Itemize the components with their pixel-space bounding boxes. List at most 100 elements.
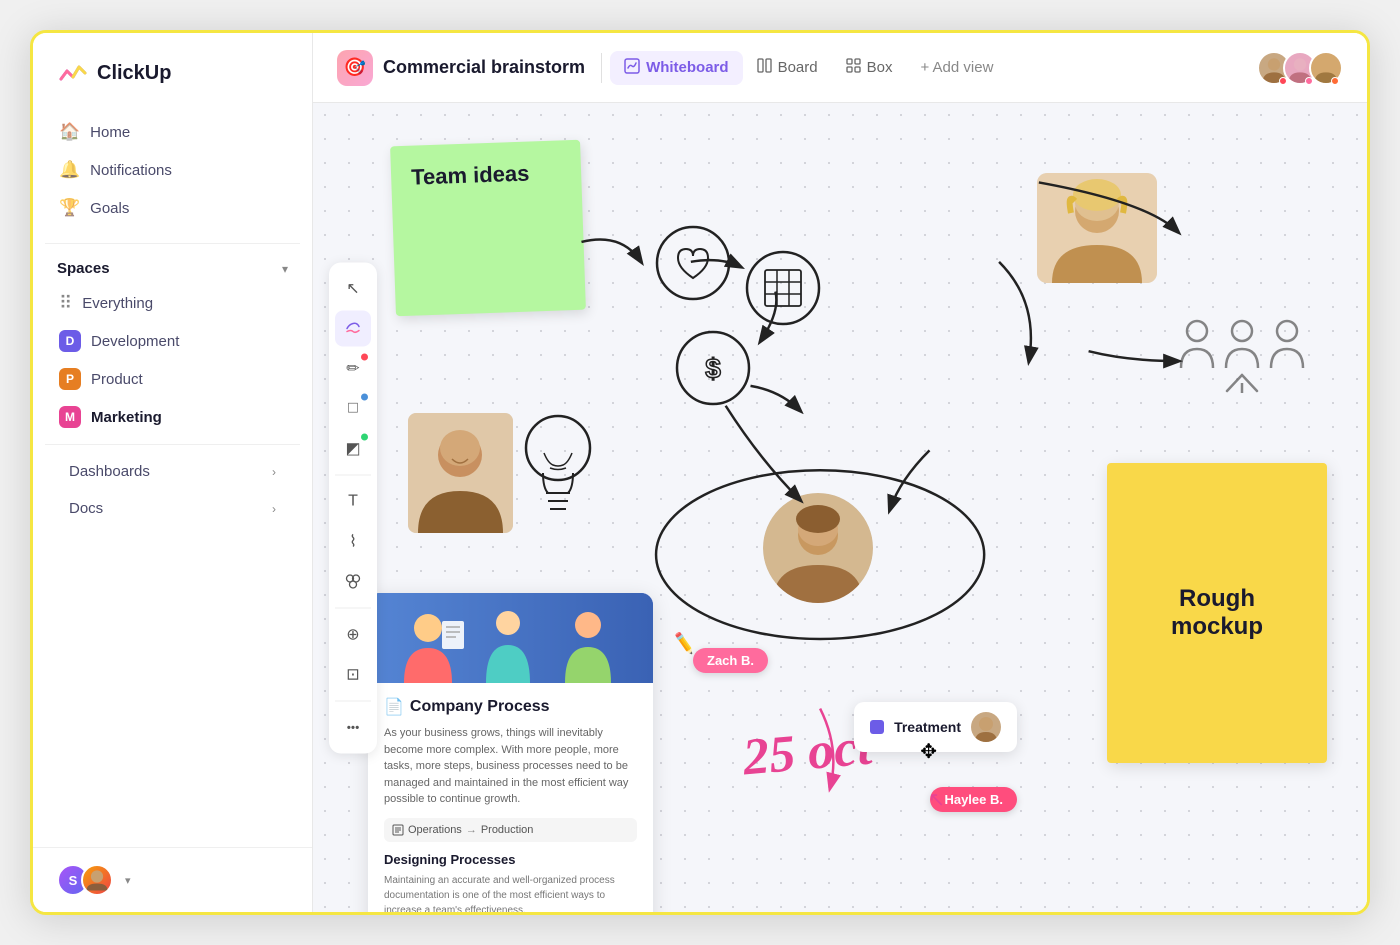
lightbulb-sketch [508, 403, 608, 538]
sidebar-divider-2 [45, 444, 300, 445]
tab-board[interactable]: Board [743, 51, 832, 84]
tool-separator-2 [335, 607, 371, 608]
tool-cursor[interactable]: ↖ [335, 270, 371, 306]
sticky-note-team-ideas[interactable]: Team ideas [390, 140, 586, 317]
pointer-cursor-icon: ↖ [928, 787, 945, 812]
sidebar-item-home[interactable]: 🏠 Home [45, 113, 300, 151]
sidebar-item-everything[interactable]: ⠿ Everything [45, 285, 300, 322]
move-cursor-icon: ✥ [920, 739, 937, 764]
sidebar-item-development[interactable]: D Development [45, 322, 300, 360]
haylee-badge-label: Haylee B. [944, 792, 1003, 807]
pencil-dot [361, 353, 368, 360]
doc-section-title: Designing Processes [384, 852, 637, 867]
doc-flow-from: Operations [408, 824, 462, 836]
dollar-circle: $ [673, 328, 753, 413]
tool-separator-3 [335, 700, 371, 701]
logo-area[interactable]: ClickUp [33, 57, 312, 113]
doc-title: Company Process [410, 698, 550, 716]
product-badge: P [59, 368, 81, 390]
sidebar-item-goals[interactable]: 🏆 Goals [45, 189, 300, 227]
main-nav: 🏠 Home 🔔 Notifications 🏆 Goals [33, 113, 312, 227]
marketing-label: Marketing [91, 409, 162, 426]
goals-label: Goals [90, 200, 129, 217]
heart-circle [653, 223, 733, 308]
tool-globe[interactable]: ⊕ [335, 616, 371, 652]
tool-pencil[interactable]: ✏ [335, 350, 371, 386]
tool-image[interactable]: ⊡ [335, 656, 371, 692]
sidebar-item-product[interactable]: P Product [45, 360, 300, 398]
board-tab-label: Board [778, 59, 818, 76]
doc-description: As your business grows, things will inev… [384, 725, 637, 808]
person-photo-man [408, 413, 513, 533]
rect-dot [361, 393, 368, 400]
docs-label: Docs [69, 500, 103, 517]
whiteboard-canvas[interactable]: ↖ ✏ □ ◩ [313, 103, 1367, 912]
collab-dot-3 [1331, 77, 1339, 85]
rough-mockup-text: Rough mockup [1131, 585, 1303, 641]
grid-icon: ⠿ [59, 293, 72, 314]
spaces-label: Spaces [57, 260, 110, 277]
user-area[interactable]: S ▾ [33, 847, 312, 912]
dev-badge: D [59, 330, 81, 352]
add-view-button[interactable]: + Add view [906, 52, 1007, 83]
doc-body: 📄 Company Process As your business grows… [368, 683, 653, 912]
user-chevron-icon: ▾ [125, 874, 131, 887]
doc-flow-to: Production [481, 824, 534, 836]
tool-panel: ↖ ✏ □ ◩ [329, 262, 377, 753]
notifications-icon: 🔔 [59, 160, 80, 180]
tool-rect[interactable]: □ [335, 390, 371, 426]
dashboards-chevron-icon: › [272, 465, 276, 479]
tab-box[interactable]: Box [832, 51, 907, 84]
tool-text[interactable]: T [335, 483, 371, 519]
pencil-cursor-icon: ✏️ [671, 631, 697, 656]
doc-section-text: Maintaining an accurate and well-organiz… [384, 873, 637, 913]
doc-card-company-process[interactable]: 📄 Company Process As your business grows… [368, 593, 653, 912]
project-name: Commercial brainstorm [383, 57, 585, 78]
tool-shapes[interactable] [335, 563, 371, 599]
sidebar-item-docs[interactable]: Docs › [45, 490, 300, 527]
dashboards-label: Dashboards [69, 463, 150, 480]
whiteboard-tab-icon [624, 58, 640, 78]
sidebar-item-dashboards[interactable]: Dashboards › [45, 453, 300, 490]
doc-flow: Operations → Production [384, 818, 637, 842]
tool-more[interactable]: ••• [335, 709, 371, 745]
sidebar-item-marketing[interactable]: M Marketing [45, 398, 300, 436]
tool-note[interactable]: ◩ [335, 430, 371, 466]
grid-circle [743, 248, 823, 333]
user-avatars: S [57, 864, 113, 896]
tab-whiteboard[interactable]: Whiteboard [610, 51, 743, 85]
development-label: Development [91, 333, 179, 350]
sidebar-item-notifications[interactable]: 🔔 Notifications [45, 151, 300, 189]
doc-title-row: 📄 Company Process [384, 697, 637, 717]
user-badge-zach[interactable]: Zach B. [693, 648, 768, 673]
sidebar: ClickUp 🏠 Home 🔔 Notifications 🏆 Goals S… [33, 33, 313, 912]
svg-text:$: $ [705, 353, 721, 384]
collab-avatars [1257, 51, 1343, 85]
tool-draw-multi[interactable] [335, 310, 371, 346]
marketing-badge: M [59, 406, 81, 428]
tool-separator-1 [335, 474, 371, 475]
person-photo-top-right [1037, 173, 1157, 283]
flow-arrow-icon: → [466, 824, 477, 836]
tool-connector[interactable]: ⌇ [335, 523, 371, 559]
rough-mockup-note[interactable]: Rough mockup [1107, 463, 1327, 763]
spaces-chevron-icon: ▾ [282, 262, 288, 276]
home-label: Home [90, 124, 130, 141]
product-label: Product [91, 371, 143, 388]
treatment-avatar [971, 712, 1001, 742]
box-tab-icon [846, 58, 861, 77]
spaces-header[interactable]: Spaces ▾ [33, 252, 312, 285]
box-tab-label: Box [867, 59, 893, 76]
treatment-label: Treatment [894, 719, 961, 735]
topbar: 🎯 Commercial brainstorm Whiteboard [313, 33, 1367, 103]
docs-chevron-icon: › [272, 502, 276, 516]
home-icon: 🏠 [59, 122, 80, 142]
everything-label: Everything [82, 295, 153, 312]
add-view-label: + Add view [920, 59, 993, 76]
main-content: 🎯 Commercial brainstorm Whiteboard [313, 33, 1367, 912]
treatment-square-icon [870, 720, 884, 734]
doc-icon: 📄 [384, 697, 404, 717]
sidebar-divider [45, 243, 300, 244]
doc-card-header [368, 593, 653, 683]
avatar-m [81, 864, 113, 896]
